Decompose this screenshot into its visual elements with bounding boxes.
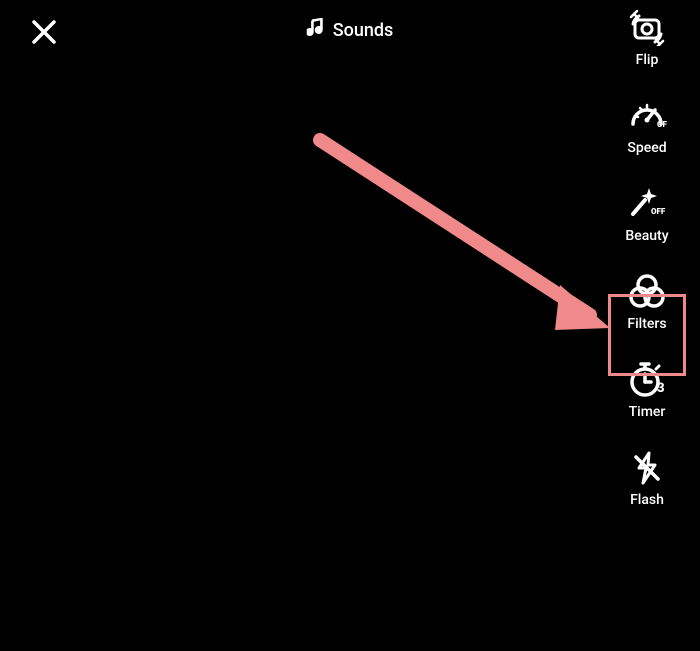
- filters-icon: [627, 272, 667, 312]
- flip-icon: [627, 8, 667, 48]
- timer-button[interactable]: 3 Timer: [614, 360, 680, 420]
- beauty-label: Beauty: [625, 228, 668, 244]
- magic-wand-icon: OFF: [627, 184, 667, 224]
- beauty-button[interactable]: OFF Beauty: [614, 184, 680, 244]
- speed-label: Speed: [627, 140, 666, 156]
- speed-button[interactable]: OFF Speed: [614, 96, 680, 156]
- flip-button[interactable]: Flip: [614, 8, 680, 68]
- timer-label: Timer: [629, 404, 666, 420]
- close-button[interactable]: [28, 18, 60, 50]
- stopwatch-icon: 3: [627, 360, 667, 400]
- svg-text:3: 3: [657, 381, 665, 396]
- flash-label: Flash: [630, 492, 664, 508]
- sounds-label: Sounds: [333, 20, 394, 41]
- annotation-arrow: [300, 120, 620, 340]
- camera-tools-rail: Flip OFF Speed OFF Beauty: [614, 8, 680, 508]
- flash-off-icon: [627, 448, 667, 488]
- flash-button[interactable]: Flash: [614, 448, 680, 508]
- close-icon: [31, 19, 57, 49]
- sounds-button[interactable]: Sounds: [307, 18, 394, 42]
- svg-text:OFF: OFF: [651, 207, 666, 216]
- filters-button[interactable]: Filters: [614, 272, 680, 332]
- speedometer-icon: OFF: [627, 96, 667, 136]
- svg-text:OFF: OFF: [657, 120, 667, 129]
- flip-label: Flip: [636, 52, 659, 68]
- filters-label: Filters: [627, 316, 666, 332]
- music-note-icon: [307, 18, 325, 42]
